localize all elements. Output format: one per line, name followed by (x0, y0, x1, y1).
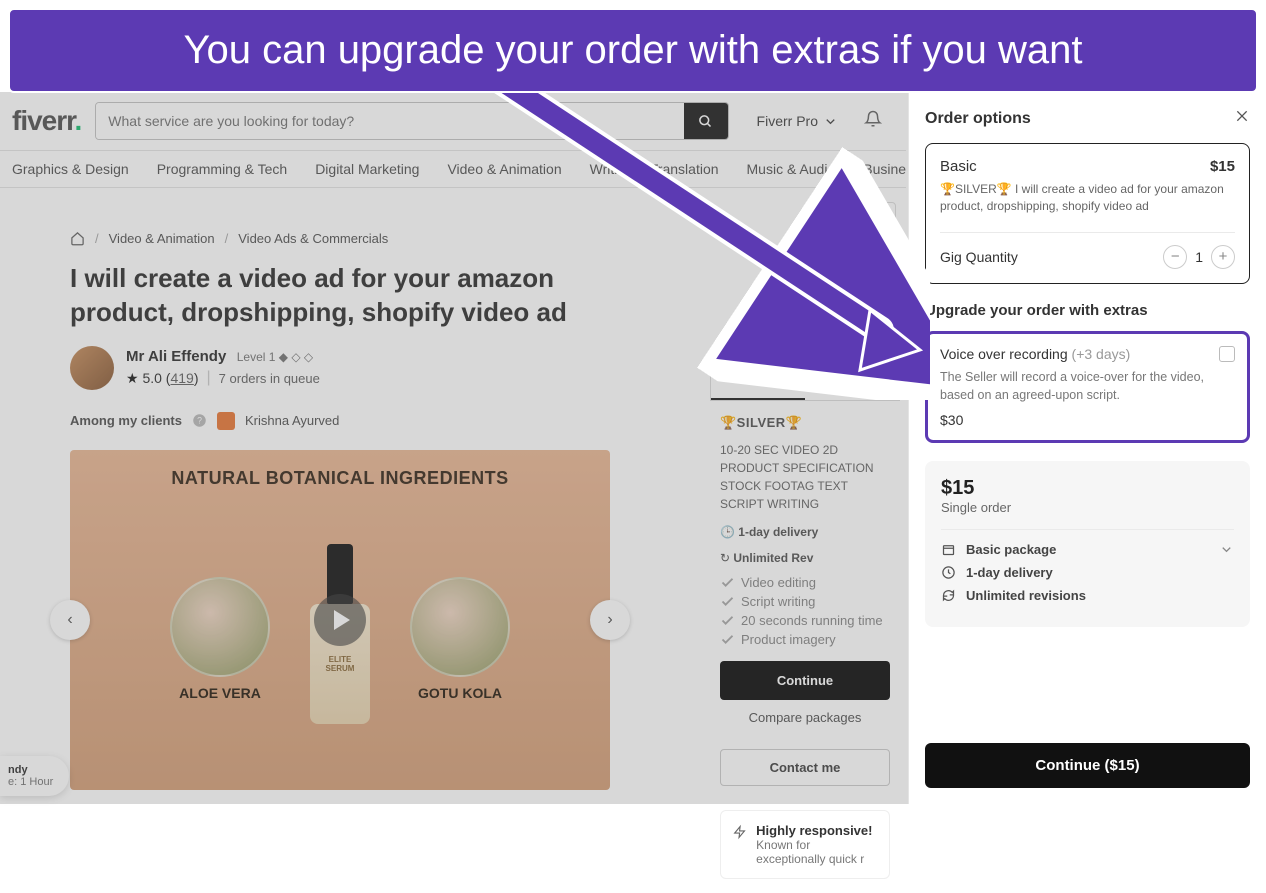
logo[interactable]: fiverr. (12, 105, 81, 137)
chevron-down-icon (823, 114, 838, 129)
order-summary-card: $15 Single order Basic package 1-day del… (925, 461, 1250, 627)
check-icon (720, 632, 735, 647)
responsive-badge: Highly responsive! Known for exceptional… (720, 810, 890, 879)
check-icon (720, 594, 735, 609)
search-input[interactable] (96, 103, 683, 139)
ingredient-label: ALOE VERA (179, 685, 261, 701)
info-icon[interactable]: ? (192, 413, 207, 428)
close-button[interactable] (1234, 108, 1250, 129)
continue-order-button[interactable]: Continue ($15) (925, 743, 1250, 788)
summary-delivery-row: 1-day delivery (941, 565, 1234, 580)
annotation-banner: You can upgrade your order with extras i… (8, 8, 1258, 93)
seller-level: Level 1 ◆ ◇ ◇ (237, 350, 313, 364)
check-icon (720, 575, 735, 590)
quantity-label: Gig Quantity (940, 249, 1018, 265)
package-line: 🏆SILVER🏆 I will create a video ad for yo… (940, 181, 1235, 216)
search-button[interactable] (684, 103, 728, 139)
lightning-icon (733, 823, 746, 841)
order-options-drawer: Order options Basic $15 🏆SILVER🏆 I will … (908, 92, 1266, 804)
quantity-increase-button[interactable]: + (1211, 245, 1235, 269)
fiverr-pro-dropdown[interactable]: Fiverr Pro (743, 113, 852, 129)
package-price: $15 (1210, 158, 1235, 175)
nav-item[interactable]: Graphics & Design (12, 161, 129, 177)
nav-item[interactable]: Programming & Tech (157, 161, 287, 177)
nav-item[interactable]: Writing & Translation (590, 161, 719, 177)
contact-me-button[interactable]: Contact me (720, 749, 890, 786)
delivery-time: 🕒 1-day delivery (720, 525, 818, 539)
feature-item: Product imagery (720, 632, 890, 647)
client-logo (217, 412, 235, 430)
bell-icon (864, 110, 882, 128)
avatar[interactable] (70, 346, 114, 390)
ingredient-label: GOTU KOLA (418, 685, 502, 701)
notifications-button[interactable] (852, 110, 894, 133)
drawer-title: Order options (925, 110, 1031, 128)
feature-item: Video editing (720, 575, 890, 590)
extra-option-card[interactable]: Voice over recording (+3 days) The Selle… (925, 331, 1250, 443)
summary-revisions-row: Unlimited revisions (941, 588, 1234, 603)
feature-item: Script writing (720, 594, 890, 609)
gallery-heading: NATURAL BOTANICAL INGREDIENTS (171, 468, 508, 489)
check-icon (720, 613, 735, 628)
heart-icon[interactable] (828, 206, 843, 221)
revisions: ↻ Unlimited Rev (720, 551, 813, 565)
package-description: 10-20 SEC VIDEO 2D PRODUCT SPECIFICATION… (720, 441, 890, 513)
gig-actions: 1,23 (70, 202, 906, 225)
extra-checkbox[interactable] (1219, 346, 1235, 362)
nav-item[interactable]: Video & Animation (447, 161, 561, 177)
chevron-down-icon (1219, 542, 1234, 557)
rating: ★ 5.0 (419) (126, 370, 199, 387)
nav-item[interactable]: Music & Audio (747, 161, 836, 177)
search-icon (698, 114, 713, 129)
tab-basic[interactable]: Ba (711, 363, 805, 400)
gig-gallery: NATURAL BOTANICAL INGREDIENTS ALOE VERA … (70, 450, 610, 790)
gallery-prev-button[interactable]: ‹ (50, 600, 90, 640)
breadcrumb-link[interactable]: Video Ads & Commercials (238, 231, 388, 246)
refresh-icon (941, 588, 956, 603)
extra-price: $30 (940, 412, 1235, 428)
breadcrumb: / Video & Animation / Video Ads & Commer… (70, 231, 906, 246)
list-icon[interactable] (803, 206, 818, 221)
breadcrumb-link[interactable]: Video & Animation (109, 231, 215, 246)
seller-name[interactable]: Mr Ali Effendy (126, 348, 226, 365)
quantity-value: 1 (1195, 249, 1203, 265)
package-column: Ba Standard 🏆SILVER🏆 10-20 SEC VIDEO 2D … (710, 362, 900, 893)
continue-button[interactable]: Continue (720, 661, 890, 700)
compare-packages-link[interactable]: Compare packages (720, 710, 890, 725)
chat-widget[interactable]: ndy e: 1 Hour (0, 756, 69, 796)
package-icon (941, 542, 956, 557)
package-name: Basic (940, 158, 977, 175)
gig-title: I will create a video ad for your amazon… (70, 262, 610, 330)
likes-count: 1,23 (853, 202, 896, 225)
tab-standard[interactable]: Standard (805, 363, 899, 400)
ingredient-image (170, 577, 270, 677)
category-nav: Graphics & Design Programming & Tech Dig… (0, 151, 906, 188)
ingredient-image (410, 577, 510, 677)
quantity-stepper: − 1 + (1163, 245, 1235, 269)
extra-description: The Seller will record a voice-over for … (940, 368, 1235, 404)
clock-icon (941, 565, 956, 580)
extra-title: Voice over recording (+3 days) (940, 346, 1130, 362)
quantity-decrease-button[interactable]: − (1163, 245, 1187, 269)
orders-in-queue: 7 orders in queue (219, 371, 320, 386)
selected-package-card: Basic $15 🏆SILVER🏆 I will create a video… (925, 143, 1250, 284)
home-icon[interactable] (70, 231, 85, 246)
svg-text:?: ? (197, 416, 202, 426)
extras-section-title: Upgrade your order with extras (925, 302, 1250, 319)
close-icon (1234, 108, 1250, 124)
header: fiverr. Fiverr Pro (0, 92, 906, 151)
search-bar (95, 102, 728, 140)
nav-item[interactable]: Business (863, 161, 906, 177)
summary-subtitle: Single order (941, 500, 1234, 515)
feature-item: 20 seconds running time (720, 613, 890, 628)
client-name: Krishna Ayurved (245, 413, 339, 428)
summary-price: $15 (941, 477, 1234, 500)
gallery-next-button[interactable]: › (590, 600, 630, 640)
play-button[interactable] (314, 594, 366, 646)
nav-item[interactable]: Digital Marketing (315, 161, 419, 177)
package-badge: 🏆SILVER🏆 (720, 415, 890, 431)
summary-package-row[interactable]: Basic package (941, 542, 1234, 557)
